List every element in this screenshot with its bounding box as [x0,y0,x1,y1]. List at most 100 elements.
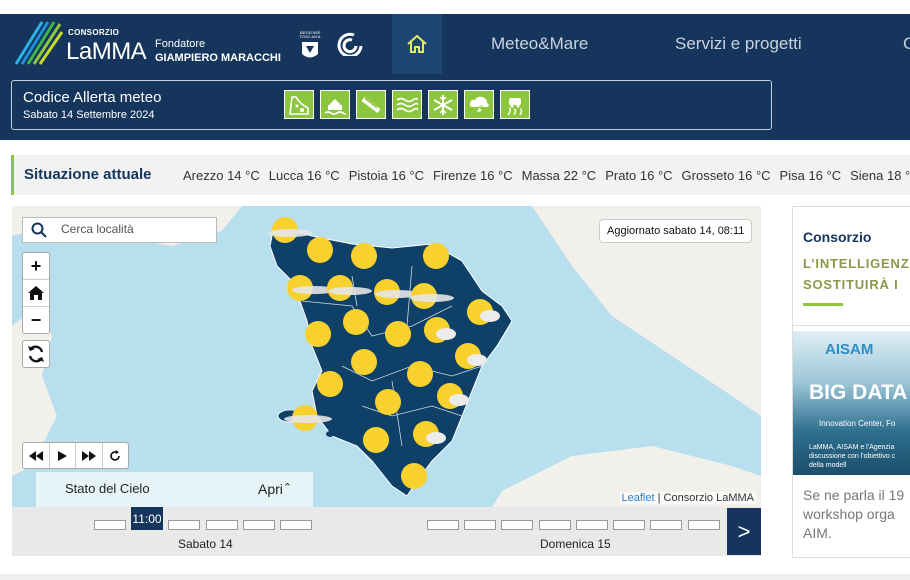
current-situation-title: Situazione attuale [24,166,152,183]
city-temp[interactable]: Massa 22 °C [522,168,597,183]
legend-open-toggle[interactable]: Apri⌃ [258,481,292,497]
legend-panel[interactable]: Stato del Cielo Apri⌃ [36,472,313,507]
time-slot[interactable] [539,520,571,530]
location-search[interactable] [22,217,217,243]
city-temp[interactable]: Grosseto 16 °C [682,168,771,183]
news-category: Consorzio [803,229,872,245]
big-data-title: BIG DATA [809,381,908,404]
zoom-in-button[interactable]: + [23,253,49,280]
playback-controls [22,442,129,469]
time-slot[interactable] [464,520,496,530]
cnr-logo[interactable] [334,32,364,56]
brand-lamma: LaMMA [66,38,147,65]
sun-icon [317,371,343,397]
time-slot[interactable] [243,520,275,530]
time-slot[interactable] [501,520,533,530]
wind-icon[interactable] [356,90,386,119]
day-label-sabato: Sabato 14 [178,537,233,551]
reload-button[interactable] [103,443,129,468]
accent-line [803,303,843,306]
image-caption: LaMMA, AISAM e l'Agenzia discussione con… [809,444,896,469]
map-attribution: Leaflet | Consorzio LaMMA [619,492,756,504]
fondatore-name: GIAMPIERO MARACCHI [155,52,281,64]
time-slot[interactable] [427,520,459,530]
nav-servizi-progetti[interactable]: Servizi e progetti [675,34,802,54]
search-icon [31,222,47,238]
time-slot[interactable] [206,520,238,530]
time-slot[interactable] [576,520,608,530]
snow-icon[interactable] [428,90,458,119]
time-slot[interactable] [688,520,720,530]
zoom-control: + − [22,252,50,334]
flood-icon[interactable] [320,90,350,119]
day-label-domenica: Domenica 15 [540,537,611,551]
ice-road-icon[interactable] [500,90,530,119]
play-button[interactable] [50,443,76,468]
thunderstorm-icon[interactable] [464,90,494,119]
nav-home[interactable] [392,14,442,74]
leaflet-link[interactable]: Leaflet [622,492,655,504]
time-slot[interactable] [94,520,126,530]
svg-text:TOSCANA: TOSCANA [299,34,320,39]
city-temp[interactable]: Siena 18 °C [850,168,910,183]
city-temp[interactable]: Lucca 16 °C [269,168,340,183]
image-subtitle: Innovation Center, Fo [819,419,896,428]
current-time-slot[interactable]: 11:00 [131,507,163,530]
weather-map[interactable]: + − Aggiornato sabato 14, 08:11 Stato de… [12,206,761,507]
alert-title: Codice Allerta meteo [23,89,162,106]
sun-icon [401,463,427,489]
aisam-logo: AISAM [825,341,874,358]
alert-box[interactable]: Codice Allerta meteo Sabato 14 Settembre… [11,80,772,130]
nav-meteo-mare[interactable]: Meteo&Mare [491,34,588,54]
news-sidebar: Consorzio L’INTELLIGENZA SOSTITUIRÀ I AI… [792,206,910,558]
site-header: CONSORZIO LaMMA Fondatore GIAMPIERO MARA… [0,14,910,74]
sun-icon [363,427,389,453]
bottom-strip [0,574,910,580]
news-image[interactable]: AISAM BIG DATA Innovation Center, Fo LaM… [793,331,910,475]
time-slider[interactable]: 11:00 Sabato 14 Domenica 15 > [12,507,761,556]
play-icon [58,450,68,461]
sun-icon [307,237,333,263]
city-temp[interactable]: Pisa 16 °C [780,168,842,183]
time-slot[interactable] [280,520,312,530]
legend-open-label: Apri [258,481,283,497]
city-temp[interactable]: Pistoia 16 °C [349,168,424,183]
time-slot[interactable] [613,520,645,530]
sun-icon [305,321,331,347]
sun-icon [343,309,369,335]
sun-icon [375,389,401,415]
zoom-out-button[interactable]: − [23,307,49,333]
sun-icon [351,243,377,269]
fondatore-label: Fondatore [155,38,206,50]
city-temp[interactable]: Prato 16 °C [605,168,672,183]
landslide-icon[interactable] [284,90,314,119]
legend-label: Stato del Cielo [65,481,150,496]
alert-icons [284,90,530,119]
refresh-icon [28,345,44,363]
top-strip [0,0,910,14]
time-slot[interactable] [168,520,200,530]
news-text: Se ne parla il 19 workshop orga AIM. [803,487,905,541]
giglio-island [326,431,334,437]
rewind-button[interactable] [23,443,50,468]
next-time-button[interactable]: > [727,508,761,555]
nav-item-truncated[interactable]: C [903,34,910,54]
sea-storm-icon[interactable] [392,90,422,119]
updated-timestamp: Aggiornato sabato 14, 08:11 [599,219,753,243]
sun-icon [351,349,377,375]
city-temperature-list: Arezzo 14 °C Lucca 16 °C Pistoia 16 °C Fire… [183,168,910,183]
current-situation-bar: Situazione attuale Arezzo 14 °C Lucca 16 … [11,155,910,195]
city-temp[interactable]: Firenze 16 °C [433,168,513,183]
time-slot[interactable] [650,520,682,530]
city-temp[interactable]: Arezzo 14 °C [183,168,260,183]
regione-toscana-logo[interactable]: REGIONE TOSCANA [298,28,322,62]
sun-icon [385,321,411,347]
rewind-icon [28,450,43,461]
sun-icon [407,361,433,387]
fast-forward-button[interactable] [76,443,103,468]
zoom-home-button[interactable] [23,280,49,307]
refresh-button[interactable] [22,340,50,368]
news-headline[interactable]: L’INTELLIGENZA SOSTITUIRÀ I [803,253,910,295]
search-input[interactable] [61,221,211,237]
lamma-logo[interactable] [12,20,64,66]
